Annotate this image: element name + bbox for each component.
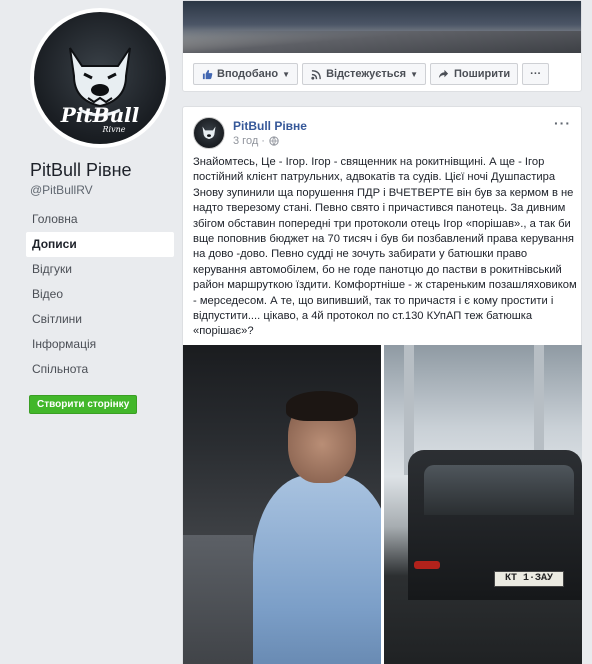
post-author-name[interactable]: PitBull Рівне	[233, 119, 307, 133]
create-page-button[interactable]: Створити сторінку	[29, 395, 138, 414]
photo-car-window	[424, 465, 574, 515]
share-label: Поширити	[453, 68, 511, 80]
liked-label: Вподобано	[217, 68, 279, 80]
photo-license-plate: КТ 1·ЗАУ	[494, 571, 564, 587]
more-options-button[interactable]: ···	[522, 63, 550, 85]
following-label: Відстежується	[326, 68, 407, 80]
nav-item-community[interactable]: Спільнота	[26, 357, 174, 382]
cover-card: Вподобано ▼ Відстежується ▼ Поширити ···	[182, 0, 582, 92]
globe-icon	[268, 135, 280, 147]
photo-car-door	[183, 535, 253, 664]
dot-separator: ·	[261, 135, 265, 147]
photo-car-taillight	[414, 561, 440, 569]
pitbull-logo-small	[202, 126, 216, 140]
post-photo-person[interactable]	[183, 345, 381, 664]
share-arrow-icon	[438, 68, 450, 80]
page-action-bar: Вподобано ▼ Відстежується ▼ Поширити ···	[193, 63, 550, 85]
post-text: Знайомтесь, Це - Ігор. Ігор - священник …	[193, 156, 577, 338]
nav-item-reviews[interactable]: Відгуки	[26, 257, 174, 282]
pitbull-logo: PitBull Rivne	[34, 12, 166, 144]
following-button[interactable]: Відстежується ▼	[302, 63, 426, 85]
post-time-text: 3 год	[233, 135, 259, 147]
photo-person-hair	[286, 391, 358, 421]
nav-item-videos[interactable]: Відео	[26, 282, 174, 307]
nav-item-photos[interactable]: Світлини	[26, 307, 174, 332]
logo-text: PitBull	[60, 103, 140, 127]
page-handle[interactable]: @PitBullRV	[30, 183, 93, 197]
page-nav: Головна Дописи Відгуки Відео Світлини Ін…	[26, 207, 174, 382]
pitbull-logo-graphic: PitBull Rivne	[60, 47, 140, 134]
nav-item-home[interactable]: Головна	[26, 207, 174, 232]
share-button[interactable]: Поширити	[429, 63, 519, 85]
thumbs-up-icon	[201, 68, 213, 80]
page-sidebar: PitBull Rivne PitBull Рівне @PitBullRV Г…	[0, 0, 180, 664]
nav-item-about[interactable]: Інформація	[26, 332, 174, 357]
post-card: PitBull Рівне 3 год · ··· Знайомтесь, Це…	[182, 106, 582, 664]
nav-item-posts[interactable]: Дописи	[26, 232, 174, 257]
photo-person-shirt	[253, 475, 381, 664]
logo-subtext: Rivne	[102, 125, 126, 134]
liked-button[interactable]: Вподобано ▼	[193, 63, 299, 85]
cover-photo[interactable]	[183, 1, 581, 53]
page-avatar[interactable]: PitBull Rivne	[30, 8, 170, 148]
post-photo-car[interactable]: КТ 1·ЗАУ	[384, 345, 582, 664]
post-more-options-button[interactable]: ···	[554, 115, 571, 131]
rss-icon	[310, 68, 322, 80]
page-title[interactable]: PitBull Рівне	[30, 160, 132, 181]
chevron-down-icon: ▼	[410, 69, 418, 79]
chevron-down-icon: ▼	[282, 69, 291, 79]
post-author-avatar[interactable]	[193, 117, 225, 149]
post-timestamp[interactable]: 3 год ·	[233, 135, 280, 147]
